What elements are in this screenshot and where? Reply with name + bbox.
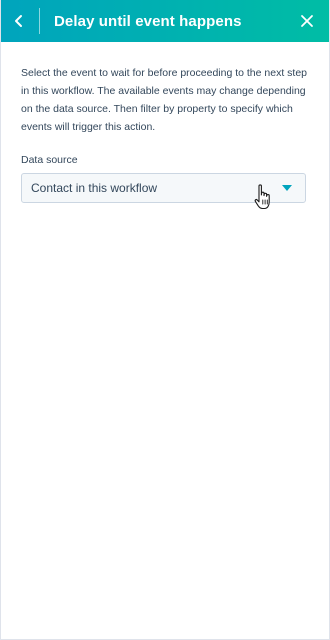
caret-down-icon xyxy=(282,185,292,191)
close-button[interactable] xyxy=(295,9,319,33)
data-source-select[interactable]: Contact in this workflow xyxy=(21,173,306,203)
back-button[interactable] xyxy=(3,0,35,42)
description-text: Select the event to wait for before proc… xyxy=(21,67,308,133)
data-source-label: Data source xyxy=(21,154,78,166)
panel-content: Select the event to wait for before proc… xyxy=(1,42,329,203)
header-divider xyxy=(39,8,40,34)
panel-title: Delay until event happens xyxy=(54,12,242,30)
close-icon xyxy=(301,15,313,27)
side-panel: Delay until event happens Select the eve… xyxy=(0,0,330,640)
panel-header: Delay until event happens xyxy=(1,0,329,42)
data-source-value: Contact in this workflow xyxy=(31,181,158,195)
chevron-left-icon xyxy=(15,15,22,27)
